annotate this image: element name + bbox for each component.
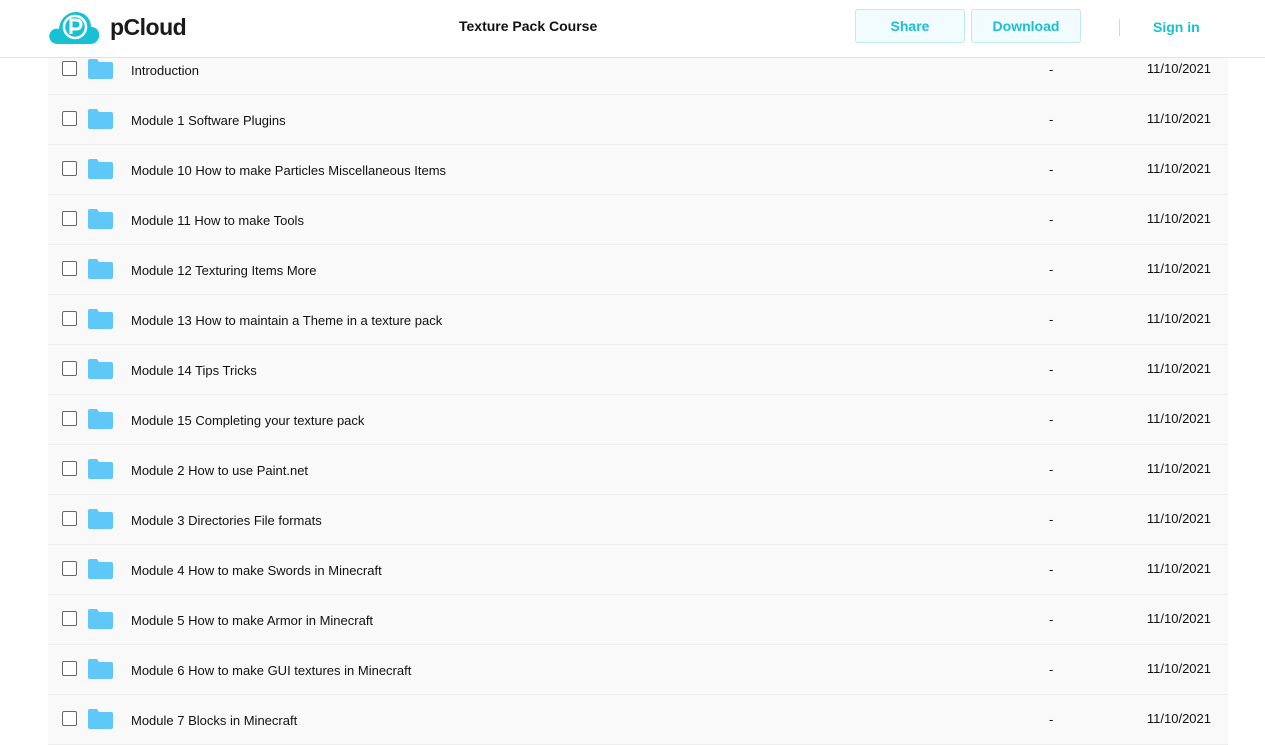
- file-name[interactable]: Module 10 How to make Particles Miscella…: [131, 163, 446, 178]
- folder-icon: [88, 709, 113, 729]
- file-name[interactable]: Module 4 How to make Swords in Minecraft: [131, 563, 382, 578]
- row-checkbox[interactable]: [62, 261, 77, 276]
- file-date: 11/10/2021: [1146, 461, 1211, 476]
- file-size: -: [1049, 362, 1054, 377]
- file-date: 11/10/2021: [1146, 561, 1211, 576]
- folder-icon: [88, 659, 113, 679]
- file-date: 11/10/2021: [1146, 611, 1211, 626]
- file-row[interactable]: Module 7 Blocks in Minecraft - 11/10/202…: [48, 695, 1228, 745]
- folder-icon: [88, 409, 113, 429]
- file-row[interactable]: Module 15 Completing your texture pack -…: [48, 395, 1228, 445]
- file-size: -: [1049, 512, 1054, 527]
- folder-icon: [88, 109, 113, 129]
- file-size: -: [1049, 112, 1054, 127]
- folder-icon: [88, 209, 113, 229]
- folder-icon: [88, 259, 113, 279]
- row-checkbox[interactable]: [62, 661, 77, 676]
- page-title: Texture Pack Course: [459, 18, 598, 34]
- folder-icon: [88, 559, 113, 579]
- header: pCloud Texture Pack Course Share Downloa…: [0, 0, 1265, 58]
- row-checkbox[interactable]: [62, 411, 77, 426]
- folder-icon: [88, 509, 113, 529]
- sign-in-link[interactable]: Sign in: [1153, 19, 1200, 35]
- file-size: -: [1049, 462, 1054, 477]
- file-row[interactable]: Module 2 How to use Paint.net - 11/10/20…: [48, 445, 1228, 495]
- row-checkbox[interactable]: [62, 311, 77, 326]
- file-size: -: [1049, 312, 1054, 327]
- file-name[interactable]: Module 2 How to use Paint.net: [131, 463, 308, 478]
- file-size: -: [1049, 712, 1054, 727]
- file-size: -: [1049, 262, 1054, 277]
- row-checkbox[interactable]: [62, 461, 77, 476]
- pcloud-cloud-icon: [49, 12, 100, 44]
- file-row[interactable]: Module 11 How to make Tools - 11/10/2021: [48, 195, 1228, 245]
- file-row[interactable]: Module 12 Texturing Items More - 11/10/2…: [48, 245, 1228, 295]
- folder-icon: [88, 359, 113, 379]
- file-size: -: [1049, 212, 1054, 227]
- file-size: -: [1049, 62, 1054, 77]
- file-date: 11/10/2021: [1146, 161, 1211, 176]
- file-date: 11/10/2021: [1146, 311, 1211, 326]
- file-size: -: [1049, 662, 1054, 677]
- folder-icon: [88, 459, 113, 479]
- file-size: -: [1049, 562, 1054, 577]
- row-checkbox[interactable]: [62, 361, 77, 376]
- folder-icon: [88, 609, 113, 629]
- file-date: 11/10/2021: [1146, 361, 1211, 376]
- file-date: 11/10/2021: [1146, 111, 1211, 126]
- file-name[interactable]: Module 5 How to make Armor in Minecraft: [131, 613, 373, 628]
- row-checkbox[interactable]: [62, 711, 77, 726]
- row-checkbox[interactable]: [62, 111, 77, 126]
- file-date: 11/10/2021: [1146, 511, 1211, 526]
- file-name[interactable]: Module 14 Tips Tricks: [131, 363, 257, 378]
- file-name[interactable]: Module 11 How to make Tools: [131, 213, 304, 228]
- share-button[interactable]: Share: [855, 9, 965, 43]
- file-name[interactable]: Module 6 How to make GUI textures in Min…: [131, 663, 411, 678]
- file-row[interactable]: Module 4 How to make Swords in Minecraft…: [48, 545, 1228, 595]
- file-row[interactable]: Module 14 Tips Tricks - 11/10/2021: [48, 345, 1228, 395]
- file-name[interactable]: Module 1 Software Plugins: [131, 113, 286, 128]
- file-row[interactable]: Module 5 How to make Armor in Minecraft …: [48, 595, 1228, 645]
- file-row[interactable]: Module 6 How to make GUI textures in Min…: [48, 645, 1228, 695]
- row-checkbox[interactable]: [62, 561, 77, 576]
- file-date: 11/10/2021: [1146, 261, 1211, 276]
- folder-icon: [88, 159, 113, 179]
- file-size: -: [1049, 412, 1054, 427]
- file-date: 11/10/2021: [1146, 661, 1211, 676]
- file-date: 11/10/2021: [1146, 411, 1211, 426]
- pcloud-logo[interactable]: pCloud: [48, 10, 187, 44]
- file-size: -: [1049, 162, 1054, 177]
- logo-text: pCloud: [110, 13, 187, 40]
- file-date: 11/10/2021: [1146, 61, 1211, 76]
- file-name[interactable]: Introduction: [131, 63, 199, 78]
- row-checkbox[interactable]: [62, 211, 77, 226]
- row-checkbox[interactable]: [62, 161, 77, 176]
- file-row[interactable]: Module 10 How to make Particles Miscella…: [48, 145, 1228, 195]
- folder-icon: [88, 309, 113, 329]
- row-checkbox[interactable]: [62, 61, 77, 76]
- file-date: 11/10/2021: [1146, 211, 1211, 226]
- file-list: Introduction - 11/10/2021 Module 1 Softw…: [48, 45, 1228, 745]
- file-name[interactable]: Module 13 How to maintain a Theme in a t…: [131, 313, 442, 328]
- file-date: 11/10/2021: [1146, 711, 1211, 726]
- file-name[interactable]: Module 15 Completing your texture pack: [131, 413, 364, 428]
- download-button[interactable]: Download: [971, 9, 1081, 43]
- file-size: -: [1049, 612, 1054, 627]
- divider: [1119, 19, 1120, 36]
- folder-icon: [88, 59, 113, 79]
- file-name[interactable]: Module 3 Directories File formats: [131, 513, 322, 528]
- row-checkbox[interactable]: [62, 511, 77, 526]
- file-name[interactable]: Module 12 Texturing Items More: [131, 263, 316, 278]
- file-row[interactable]: Module 13 How to maintain a Theme in a t…: [48, 295, 1228, 345]
- row-checkbox[interactable]: [62, 611, 77, 626]
- file-row[interactable]: Module 1 Software Plugins - 11/10/2021: [48, 95, 1228, 145]
- file-row[interactable]: Module 3 Directories File formats - 11/1…: [48, 495, 1228, 545]
